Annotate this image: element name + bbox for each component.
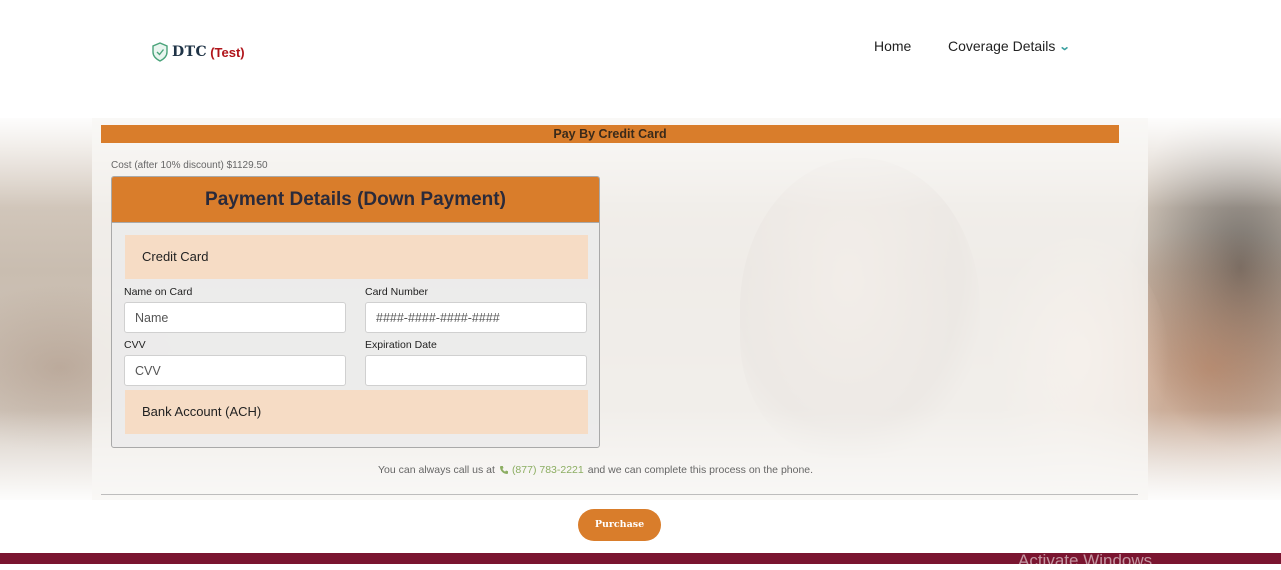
nav-coverage-label: Coverage Details [948,38,1056,54]
logo-text: DTC [172,44,208,60]
call-prefix: You can always call us at [378,464,495,476]
page-title: Pay By Credit Card [101,125,1119,143]
bank-account-section-toggle[interactable]: Bank Account (ACH) [125,390,588,434]
name-on-card-label: Name on Card [124,286,193,298]
purchase-button[interactable]: Purchase [578,509,661,541]
logo-test-badge: (Test) [210,44,245,60]
site-logo[interactable]: DTC (Test) [151,42,245,62]
site-header: DTC (Test) Home Coverage Details ⌄ [0,0,1281,118]
card-number-label: Card Number [365,286,429,298]
payment-details-card: Payment Details (Down Payment) Credit Ca… [111,176,600,448]
cost-summary: Cost (after 10% discount) $1129.50 [111,160,268,171]
form-divider [101,494,1138,495]
nav-coverage-dropdown[interactable]: Coverage Details ⌄ [948,38,1071,54]
cvv-label: CVV [124,339,146,351]
phone-link[interactable]: (877) 783-2221 [499,464,584,476]
call-suffix: and we can complete this process on the … [587,464,814,476]
cvv-input[interactable] [124,355,346,386]
activate-windows-watermark: Activate Windows [1018,551,1153,570]
expiration-date-label: Expiration Date [365,339,437,351]
shield-icon [152,42,168,62]
payment-details-heading: Payment Details (Down Payment) [112,177,599,223]
phone-number: (877) 783-2221 [511,464,584,476]
nav-home-link[interactable]: Home [874,38,911,54]
credit-card-section-toggle[interactable]: Credit Card [125,235,588,279]
chevron-down-icon: ⌄ [1059,40,1071,53]
phone-icon [499,466,508,474]
card-number-input[interactable] [365,302,587,333]
name-on-card-input[interactable] [124,302,346,333]
expiration-date-input[interactable] [365,355,587,386]
call-us-notice: You can always call us at (877) 783-2221… [378,464,813,476]
